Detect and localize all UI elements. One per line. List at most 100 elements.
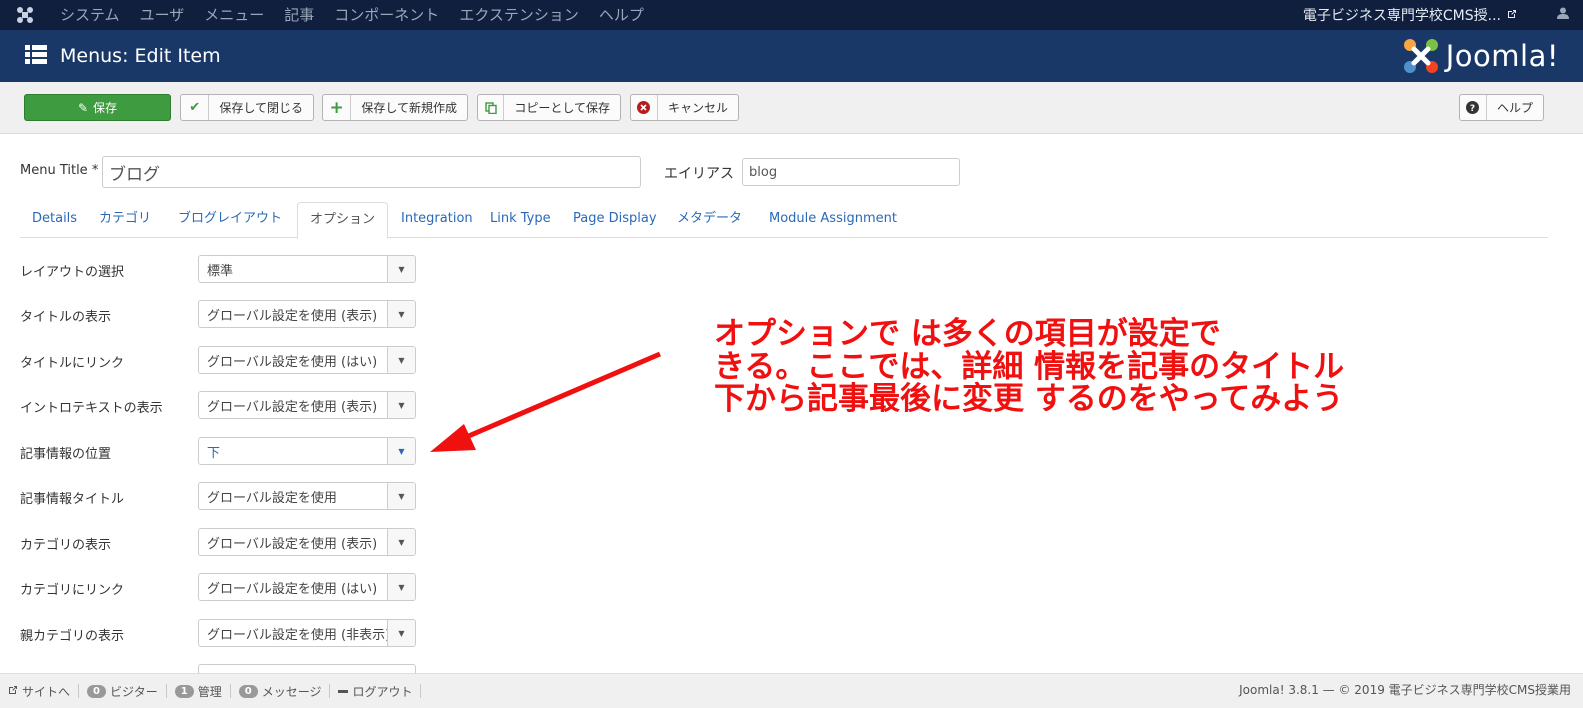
site-name-link[interactable]: 電子ビジネス専門学校CMS授... — [1303, 5, 1507, 25]
show-category-select[interactable]: グローバル設定を使用 (表示) ▼ — [198, 528, 416, 556]
joomla-icon[interactable] — [0, 0, 50, 30]
joomla-wordmark: Joomla! — [1445, 39, 1559, 73]
edit-icon: ✎ — [77, 100, 89, 115]
close-icon — [631, 95, 658, 120]
page-header: Menus: Edit Item Joomla! — [0, 30, 1583, 82]
option-label: イントロテキストの表示 — [20, 401, 163, 416]
menu-help[interactable]: ヘルプ — [589, 0, 654, 30]
user-icon[interactable] — [1543, 7, 1583, 23]
messages-link[interactable]: 0 メッセージ — [231, 684, 331, 699]
show-parent-category-select[interactable]: グローバル設定を使用 (非表示) ▼ — [198, 619, 416, 647]
toolbar: ✎ 保存 ✔ 保存して閉じる + 保存して新規作成 コピーとして保存 キャンセル… — [0, 82, 1583, 134]
select-value: グローバル設定を使用 (表示) — [207, 536, 378, 552]
menu-content[interactable]: 記事 — [274, 0, 324, 30]
admin-label: 管理 — [197, 684, 222, 699]
caret-down-icon: ▼ — [387, 256, 415, 282]
logout-label: ログアウト — [352, 684, 413, 699]
tab-link-type[interactable]: Link Type — [478, 202, 563, 238]
visitors-badge: 0 — [87, 684, 106, 698]
top-menu: システム ユーザ メニュー 記事 コンポーネント エクステンション ヘルプ — [50, 0, 654, 30]
plus-icon: + — [323, 95, 352, 120]
joomla-logo-icon — [1403, 39, 1438, 73]
tab-category[interactable]: カテゴリ — [87, 202, 163, 238]
menu-components[interactable]: コンポーネント — [324, 0, 449, 30]
info-title-select[interactable]: グローバル設定を使用 ▼ — [198, 482, 416, 510]
admin-link[interactable]: 1 管理 — [167, 684, 231, 699]
tab-details[interactable]: Details — [20, 202, 89, 238]
logout-link[interactable]: ログアウト — [330, 684, 422, 699]
caret-down-icon: ▼ — [387, 483, 415, 509]
view-site-link[interactable]: サイトへ — [0, 684, 80, 699]
visitors-link[interactable]: 0 ビジター — [79, 684, 167, 699]
tab-blog-layout[interactable]: ブログレイアウト — [166, 202, 294, 238]
option-label: カテゴリの表示 — [20, 538, 112, 553]
view-site-label: サイトへ — [22, 684, 71, 699]
caret-down-icon: ▼ — [387, 392, 415, 418]
copyright: Joomla! 3.8.1 — © 2019 電子ビジネス専門学校CMS授業用 — [1239, 683, 1571, 697]
layout-select[interactable]: 標準 ▼ — [198, 255, 416, 283]
page-title: Menus: Edit Item — [60, 45, 221, 67]
list-icon — [25, 44, 47, 66]
option-label: タイトルの表示 — [20, 310, 112, 325]
show-intro-select[interactable]: グローバル設定を使用 (表示) ▼ — [198, 391, 416, 419]
top-navbar: システム ユーザ メニュー 記事 コンポーネント エクステンション ヘルプ 電子… — [0, 0, 1583, 30]
caret-down-icon: ▼ — [387, 301, 415, 327]
menu-menus[interactable]: メニュー — [194, 0, 274, 30]
tab-options[interactable]: オプション — [297, 202, 389, 239]
menu-extensions[interactable]: エクステンション — [449, 0, 589, 30]
option-label: カテゴリにリンク — [20, 583, 125, 598]
select-value: 標準 — [207, 263, 234, 279]
option-label: 記事情報タイトル — [20, 492, 125, 507]
admin-badge: 1 — [174, 684, 194, 698]
save-copy-button[interactable]: コピーとして保存 — [477, 94, 621, 121]
alias-label: エイリアス — [664, 166, 734, 182]
copy-icon — [478, 95, 505, 120]
tab-integration[interactable]: Integration — [389, 202, 485, 238]
select-value: グローバル設定を使用 — [207, 490, 337, 506]
menu-title-input[interactable]: ブログ — [102, 156, 641, 188]
menu-users[interactable]: ユーザ — [130, 0, 195, 30]
menu-title-label: Menu Title * — [20, 163, 99, 178]
link-title-select[interactable]: グローバル設定を使用 (はい) ▼ — [198, 346, 416, 374]
save-close-button[interactable]: ✔ 保存して閉じる — [180, 94, 314, 121]
option-label: 記事情報の位置 — [20, 447, 112, 462]
messages-label: メッセージ — [261, 684, 322, 699]
option-label: 親カテゴリの表示 — [20, 629, 125, 644]
save-new-button[interactable]: + 保存して新規作成 — [322, 94, 468, 121]
menu-system[interactable]: システム — [50, 0, 130, 30]
cancel-label: キャンセル — [667, 101, 728, 115]
select-value: グローバル設定を使用 (はい) — [207, 581, 378, 597]
save-copy-label: コピーとして保存 — [514, 101, 610, 115]
show-title-select[interactable]: グローバル設定を使用 (表示) ▼ — [198, 300, 416, 328]
option-label: レイアウトの選択 — [20, 265, 125, 280]
tab-module-assignment[interactable]: Module Assignment — [757, 202, 909, 238]
joomla-logo: Joomla! — [1402, 36, 1559, 76]
caret-down-icon: ▼ — [387, 529, 415, 555]
info-position-select[interactable]: 下 ▼ — [198, 437, 416, 465]
tab-bar: Details カテゴリ ブログレイアウト オプション Integration … — [20, 202, 1548, 239]
select-value: グローバル設定を使用 (表示) — [207, 399, 378, 415]
save-close-label: 保存して閉じる — [219, 101, 303, 115]
tab-metadata[interactable]: メタデータ — [665, 202, 754, 238]
option-label: タイトルにリンク — [20, 356, 125, 371]
save-button[interactable]: ✎ 保存 — [24, 94, 171, 121]
tab-page-display[interactable]: Page Display — [561, 202, 669, 238]
select-value: 下 — [207, 445, 221, 461]
svg-text:?: ? — [1470, 104, 1475, 114]
annotation-arrow — [430, 351, 661, 452]
help-label: ヘルプ — [1496, 101, 1533, 115]
annotation-text: オプションで は多くの項目が設定で きる。ここでは、詳細 情報を記事のタイトル … — [714, 316, 1345, 418]
next-option-select[interactable] — [198, 664, 416, 673]
caret-down-icon: ▼ — [387, 347, 415, 373]
caret-down-icon: ▼ — [387, 574, 415, 600]
messages-badge: 0 — [238, 684, 258, 698]
cancel-button[interactable]: キャンセル — [630, 94, 739, 121]
link-category-select[interactable]: グローバル設定を使用 (はい) ▼ — [198, 573, 416, 601]
help-button[interactable]: ? ヘルプ — [1459, 94, 1544, 121]
alias-input[interactable]: blog — [742, 158, 960, 186]
caret-down-icon: ▼ — [387, 620, 415, 646]
question-icon: ? — [1460, 95, 1487, 120]
caret-down-icon: ▼ — [387, 438, 415, 464]
minus-icon — [338, 689, 349, 693]
select-value: グローバル設定を使用 (非表示) — [207, 627, 387, 643]
